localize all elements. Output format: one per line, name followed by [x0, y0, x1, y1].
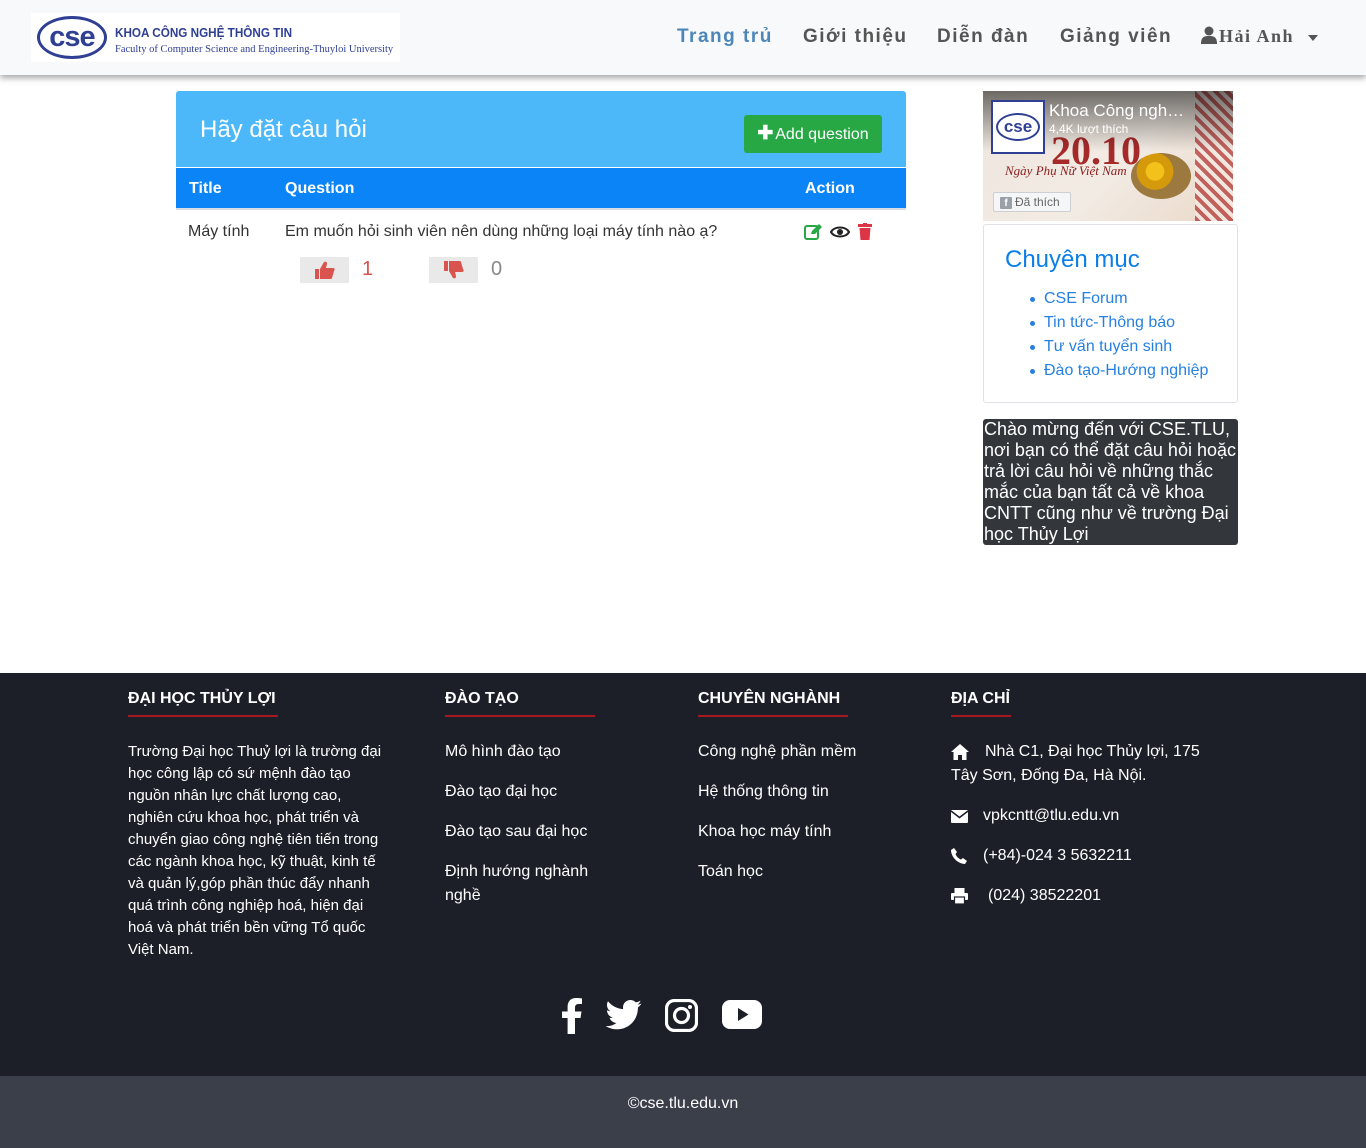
footer-heading-training: ĐÀO TẠO: [445, 690, 519, 707]
footer-divider: [698, 715, 848, 717]
column-title: Title: [189, 180, 222, 197]
fb-page-name[interactable]: Khoa Công ngh…: [1049, 101, 1184, 121]
fb-like-count: 4,4K lượt thích: [1049, 122, 1129, 136]
footer-training-link[interactable]: Đào tạo sau đại học: [445, 820, 587, 844]
facebook-page-widget[interactable]: 20.10 Ngày Phụ Nữ Việt Nam cse Khoa Công…: [983, 91, 1233, 221]
fb-liked-button[interactable]: f Đã thích: [993, 192, 1071, 212]
footer-major-link[interactable]: Công nghệ phần mềm: [698, 740, 856, 764]
table-header: Title Question Action: [176, 168, 906, 210]
column-question: Question: [285, 180, 355, 197]
footer-training-link[interactable]: Mô hình đào tạo: [445, 740, 561, 764]
footer-divider: [445, 715, 595, 717]
category-link[interactable]: Tư vấn tuyển sinh: [1029, 335, 1208, 359]
like-count: 1: [362, 258, 374, 280]
footer-heading-majors: CHUYÊN NGHÀNH: [698, 690, 841, 707]
category-link[interactable]: CSE Forum: [1029, 287, 1208, 311]
copyright-text: ©cse.tlu.edu.vn: [627, 1095, 739, 1112]
flowers-image: [1131, 153, 1191, 199]
fb-liked-label: Đã thích: [1015, 195, 1060, 209]
footer-email[interactable]: vpkcntt@tlu.edu.vn: [983, 804, 1119, 828]
footer-about-text: Trường Đại học Thuỷ lợi là trường đại họ…: [128, 743, 382, 958]
footer-fax: (024) 38522201: [988, 887, 1101, 904]
thumbs-down-icon: [444, 261, 464, 279]
navbar: cse KHOA CÔNG NGHỆ THÔNG TIN Faculty of …: [0, 0, 1366, 75]
logo-subtitle: Faculty of Computer Science and Engineer…: [115, 44, 394, 55]
categories-title: Chuyên mục: [1005, 246, 1140, 273]
user-menu[interactable]: Hải Anh: [1201, 26, 1294, 47]
print-icon: [951, 888, 968, 904]
panel-title: Hãy đặt câu hỏi: [200, 116, 367, 143]
footer-heading-university: ĐẠI HỌC THỦY LỢI: [128, 690, 276, 707]
view-icon[interactable]: [830, 225, 850, 239]
delete-icon[interactable]: [858, 223, 872, 240]
footer: ĐẠI HỌC THỦY LỢI ĐÀO TẠO CHUYÊN NGHÀNH Đ…: [0, 673, 1366, 1076]
column-action: Action: [805, 180, 855, 197]
edit-icon[interactable]: [804, 223, 823, 241]
user-name: Hải Anh: [1219, 26, 1295, 46]
footer-training-link[interactable]: Đào tạo đại học: [445, 780, 557, 804]
question-text[interactable]: Em muốn hỏi sinh viên nên dùng những loạ…: [285, 223, 717, 241]
envelope-icon: [951, 810, 968, 823]
dislike-count: 0: [491, 258, 503, 280]
instagram-icon[interactable]: [665, 999, 698, 1032]
footer-training-link[interactable]: Định hướng nghành nghề: [445, 860, 615, 908]
welcome-message: Chào mừng đến với CSE.TLU, nơi bạn có th…: [983, 419, 1238, 545]
plus-icon: ✚: [757, 123, 774, 144]
site-logo[interactable]: cse KHOA CÔNG NGHỆ THÔNG TIN Faculty of …: [31, 13, 400, 62]
nav-about[interactable]: Giới thiệu: [803, 26, 908, 48]
footer-divider: [128, 715, 278, 717]
twitter-icon[interactable]: [606, 1000, 642, 1030]
nav-forum[interactable]: Diễn đàn: [937, 26, 1029, 48]
footer-phone: (+84)-024 3 5632211: [983, 847, 1132, 864]
facebook-icon[interactable]: [561, 998, 583, 1034]
nav-lecturers[interactable]: Giảng viên: [1060, 26, 1172, 48]
logo-title: KHOA CÔNG NGHỆ THÔNG TIN: [115, 25, 293, 40]
add-question-label: Add question: [775, 126, 869, 143]
category-link[interactable]: Đào tạo-Hướng nghiệp: [1029, 359, 1208, 383]
footer-major-link[interactable]: Hệ thống thông tin: [698, 780, 829, 804]
copyright-bar: ©cse.tlu.edu.vn: [0, 1076, 1366, 1148]
footer-address: Nhà C1, Đại học Thủy lợi, 175 Tây Sơn, Đ…: [951, 743, 1200, 784]
thumbs-up-icon: [315, 261, 335, 279]
fb-page-avatar[interactable]: cse: [991, 100, 1045, 154]
user-icon: [1201, 26, 1217, 44]
youtube-icon[interactable]: [722, 1000, 762, 1029]
question-title: Máy tính: [188, 223, 250, 240]
add-question-button[interactable]: ✚ Add question: [744, 115, 882, 153]
like-button[interactable]: [300, 257, 349, 283]
chevron-down-icon[interactable]: [1308, 35, 1318, 41]
fb-cover-caption: Ngày Phụ Nữ Việt Nam: [1005, 163, 1127, 178]
category-link[interactable]: Tin tức-Thông báo: [1029, 311, 1208, 335]
footer-major-link[interactable]: Khoa học máy tính: [698, 820, 831, 844]
phone-icon: [951, 848, 967, 864]
questions-panel-header: Hãy đặt câu hỏi ✚ Add question: [176, 91, 906, 167]
nav-home[interactable]: Trang trủ: [677, 26, 773, 48]
cse-logo-mark: cse: [37, 16, 107, 59]
categories-list: CSE Forum Tin tức-Thông báo Tư vấn tuyển…: [1029, 287, 1208, 383]
footer-divider: [951, 715, 1011, 717]
fb-avatar-mark: cse: [996, 113, 1040, 141]
footer-major-link[interactable]: Toán học: [698, 860, 763, 884]
footer-heading-address: ĐỊA CHỈ: [951, 690, 1010, 707]
facebook-icon: f: [1000, 197, 1012, 209]
categories-card: Chuyên mục CSE Forum Tin tức-Thông báo T…: [983, 224, 1238, 403]
dislike-button[interactable]: [429, 257, 478, 283]
